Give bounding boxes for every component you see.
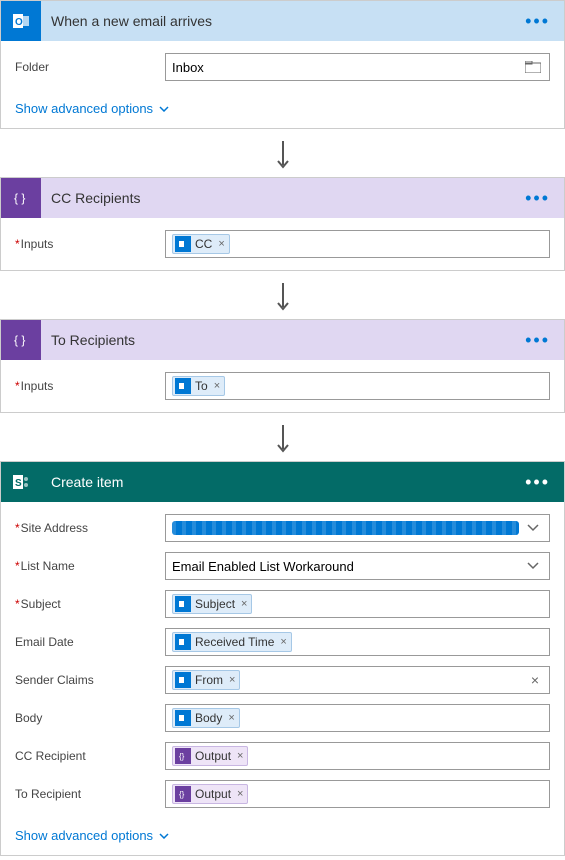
step-email-trigger: O When a new email arrives ••• Folder Sh… [0, 0, 565, 129]
outlook-mini-icon [175, 378, 191, 394]
outlook-mini-icon [175, 672, 191, 688]
dynamic-token-received-time[interactable]: Received Time × [172, 632, 292, 652]
remove-token-icon[interactable]: × [237, 750, 243, 762]
compose-icon: { } [1, 178, 41, 218]
step-header[interactable]: S Create item ••• [1, 462, 564, 502]
remove-token-icon[interactable]: × [228, 712, 234, 724]
step-to-recipients: { } To Recipients ••• Inputs To × [0, 319, 565, 413]
outlook-mini-icon [175, 236, 191, 252]
step-title: To Recipients [51, 332, 519, 348]
remove-token-icon[interactable]: × [237, 788, 243, 800]
outlook-mini-icon [175, 596, 191, 612]
folder-picker-icon[interactable] [525, 61, 541, 73]
list-name-text[interactable] [172, 559, 543, 574]
chevron-down-icon [159, 833, 169, 839]
subject-input[interactable]: Subject × [165, 590, 550, 618]
list-name-label: List Name [15, 559, 165, 573]
remove-token-icon[interactable]: × [218, 238, 224, 250]
step-title: Create item [51, 474, 519, 490]
inputs-label: Inputs [15, 237, 165, 251]
sender-claims-input[interactable]: From × × [165, 666, 550, 694]
inputs-field[interactable]: To × [165, 372, 550, 400]
flow-arrow-icon [0, 417, 565, 461]
folder-label: Folder [15, 60, 165, 74]
step-title: CC Recipients [51, 190, 519, 206]
email-date-label: Email Date [15, 635, 165, 649]
outlook-icon: O [1, 1, 41, 41]
to-recipient-input[interactable]: {} Output × [165, 780, 550, 808]
inputs-field[interactable]: CC × [165, 230, 550, 258]
dynamic-token-to[interactable]: To × [172, 376, 225, 396]
site-address-value-redacted [172, 521, 519, 535]
cc-recipient-label: CC Recipient [15, 749, 165, 763]
step-create-item: S Create item ••• Site Address List Name [0, 461, 565, 856]
dynamic-token-body[interactable]: Body × [172, 708, 240, 728]
svg-text:{}: {} [179, 752, 185, 761]
sender-claims-label: Sender Claims [15, 673, 165, 687]
compose-icon: { } [1, 320, 41, 360]
remove-token-icon[interactable]: × [214, 380, 220, 392]
compose-mini-icon: {} [175, 786, 191, 802]
inputs-label: Inputs [15, 379, 165, 393]
email-date-input[interactable]: Received Time × [165, 628, 550, 656]
sharepoint-icon: S [1, 462, 41, 502]
step-cc-recipients: { } CC Recipients ••• Inputs CC × [0, 177, 565, 271]
more-menu-icon[interactable]: ••• [519, 330, 556, 351]
step-title: When a new email arrives [51, 13, 519, 29]
remove-token-icon[interactable]: × [280, 636, 286, 648]
folder-input[interactable] [165, 53, 550, 81]
subject-label: Subject [15, 597, 165, 611]
compose-mini-icon: {} [175, 748, 191, 764]
remove-token-icon[interactable]: × [241, 598, 247, 610]
svg-text:S: S [15, 478, 22, 489]
step-header[interactable]: O When a new email arrives ••• [1, 1, 564, 41]
outlook-mini-icon [175, 634, 191, 650]
remove-token-icon[interactable]: × [229, 674, 235, 686]
dynamic-token-cc[interactable]: CC × [172, 234, 230, 254]
flow-arrow-icon [0, 275, 565, 319]
list-name-input[interactable] [165, 552, 550, 580]
chevron-down-icon[interactable] [527, 524, 539, 532]
step-header[interactable]: { } To Recipients ••• [1, 320, 564, 360]
svg-text:{ }: { } [14, 333, 25, 347]
dynamic-token-output-cc[interactable]: {} Output × [172, 746, 248, 766]
svg-text:O: O [15, 17, 23, 28]
body-input[interactable]: Body × [165, 704, 550, 732]
folder-text[interactable] [172, 60, 543, 75]
dynamic-token-output-to[interactable]: {} Output × [172, 784, 248, 804]
more-menu-icon[interactable]: ••• [519, 188, 556, 209]
chevron-down-icon[interactable] [527, 562, 539, 570]
flow-arrow-icon [0, 133, 565, 177]
show-advanced-link[interactable]: Show advanced options [1, 820, 183, 855]
more-menu-icon[interactable]: ••• [519, 472, 556, 493]
svg-text:{}: {} [179, 790, 185, 799]
dynamic-token-from[interactable]: From × [172, 670, 240, 690]
chevron-down-icon [159, 106, 169, 112]
body-label: Body [15, 711, 165, 725]
outlook-mini-icon [175, 710, 191, 726]
cc-recipient-input[interactable]: {} Output × [165, 742, 550, 770]
step-header[interactable]: { } CC Recipients ••• [1, 178, 564, 218]
svg-text:{ }: { } [14, 191, 25, 205]
clear-field-icon[interactable]: × [531, 672, 539, 688]
site-address-input[interactable] [165, 514, 550, 542]
more-menu-icon[interactable]: ••• [519, 11, 556, 32]
to-recipient-label: To Recipient [15, 787, 165, 801]
show-advanced-link[interactable]: Show advanced options [1, 93, 183, 128]
site-address-label: Site Address [15, 521, 165, 535]
dynamic-token-subject[interactable]: Subject × [172, 594, 252, 614]
